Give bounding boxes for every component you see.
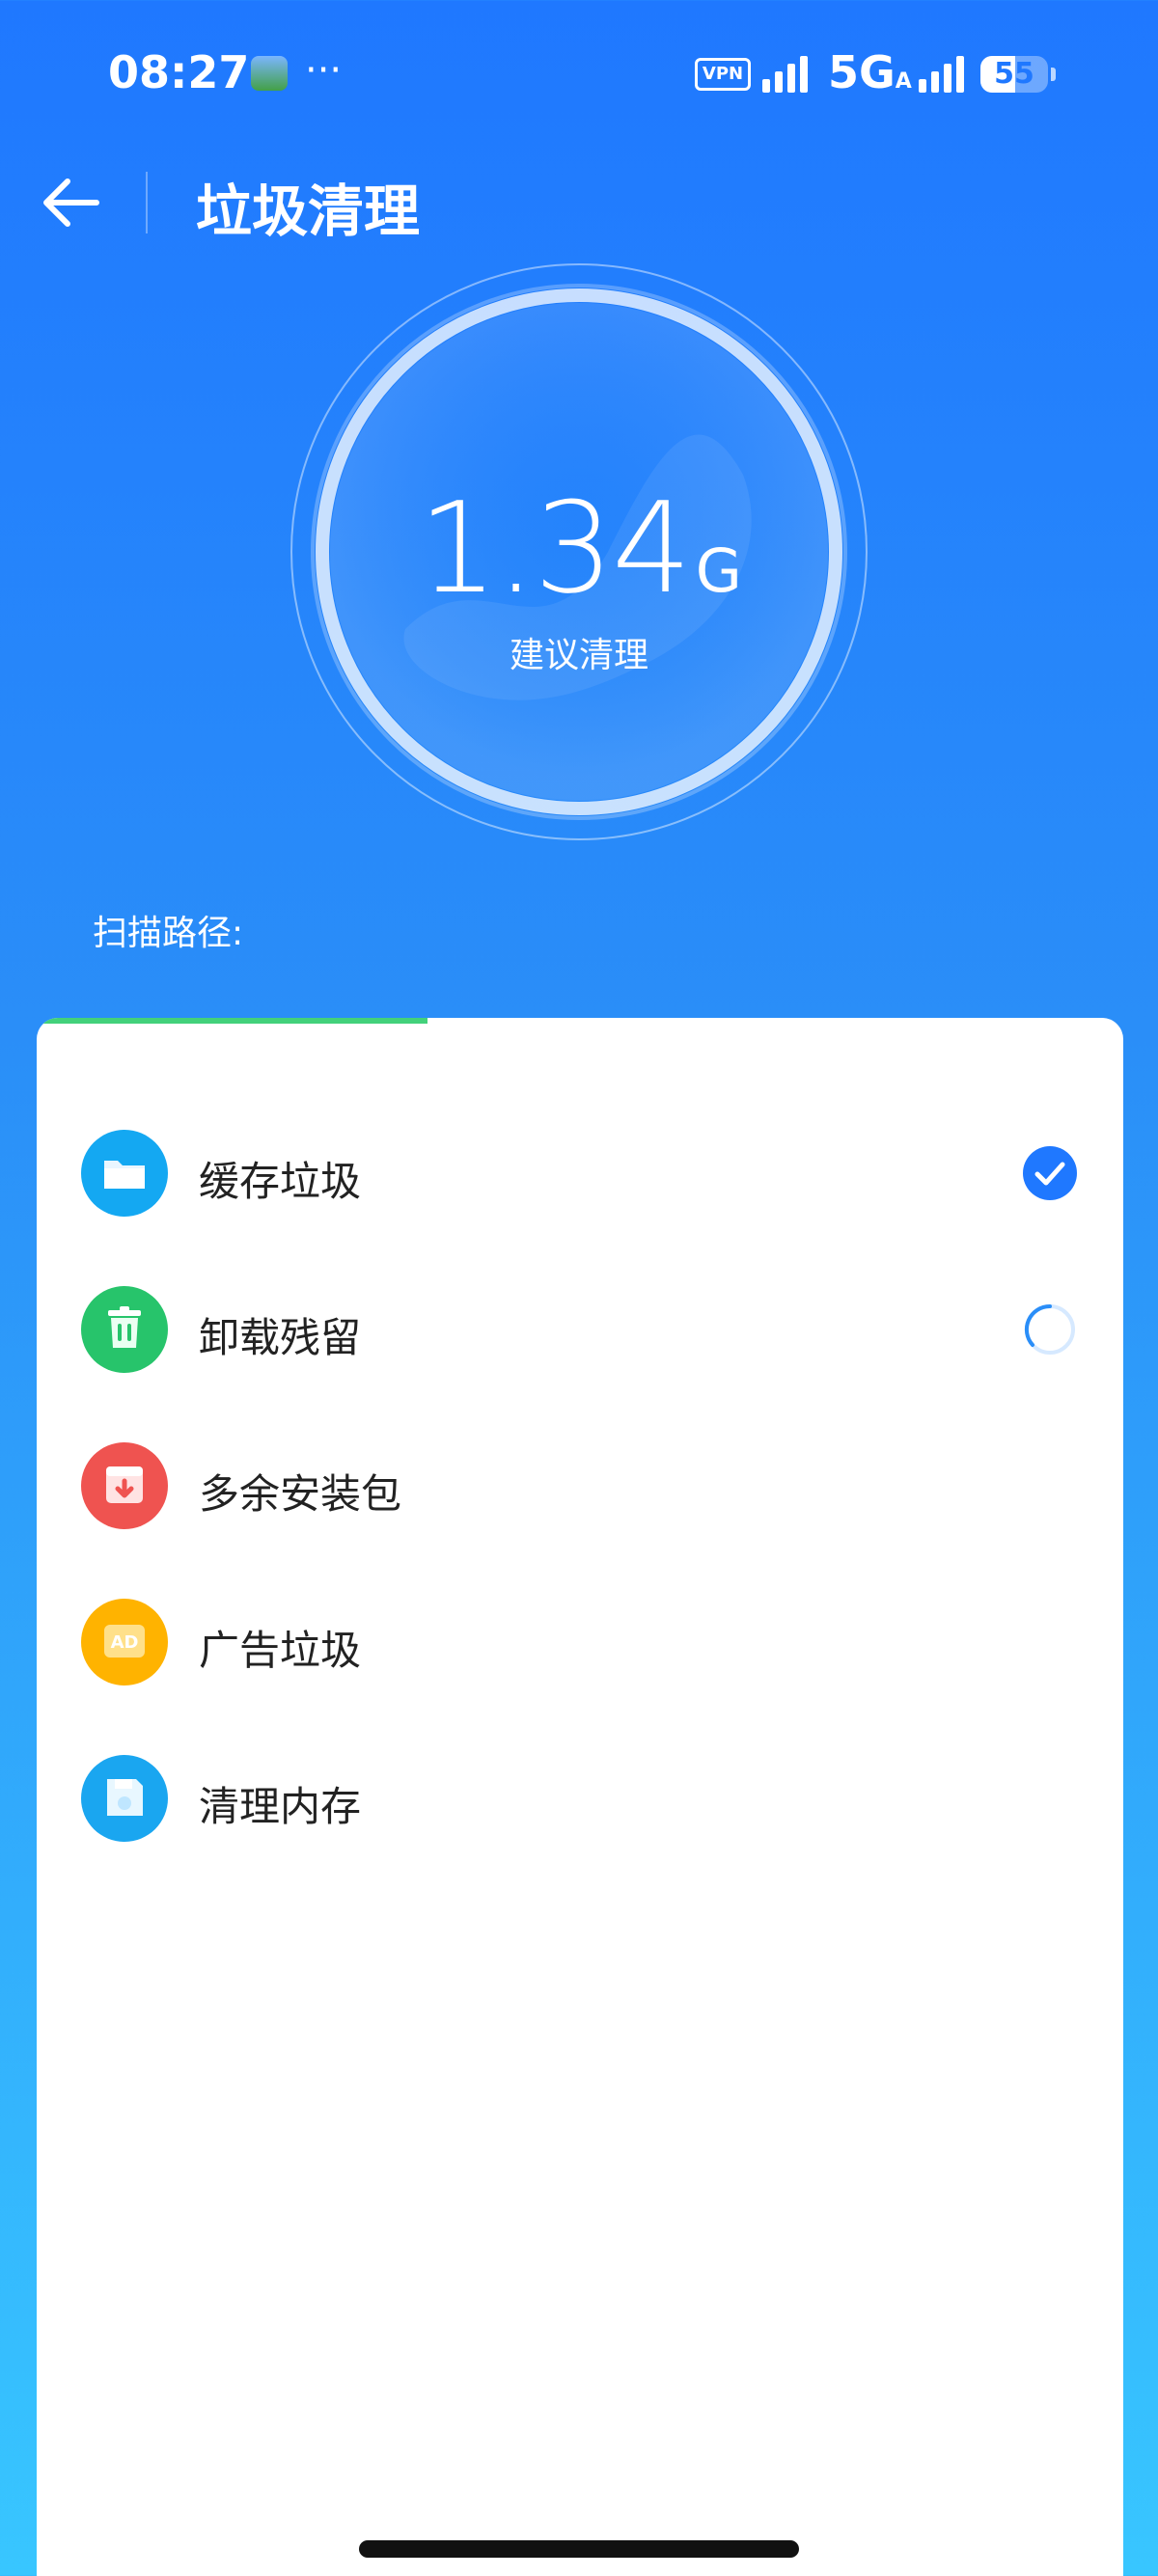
- list-item-ad-junk[interactable]: AD 广告垃圾: [37, 1583, 1123, 1699]
- list-item-label: 缓存垃圾: [199, 1158, 362, 1205]
- memory-icon: [81, 1755, 168, 1842]
- header-divider: [146, 172, 148, 233]
- network-type: 5GA: [828, 46, 912, 98]
- more-notifications-icon: ···: [305, 48, 343, 93]
- list-item-cache[interactable]: 缓存垃圾: [37, 1114, 1123, 1230]
- scan-progress-bar: [37, 1018, 428, 1024]
- scan-list-card: 缓存垃圾 卸载残留 多余安装包 AD 广告垃圾 清理内存: [37, 1018, 1123, 2576]
- junk-size-circle: 1.34G 建议清理: [290, 262, 868, 841]
- page-title: 垃圾清理: [196, 178, 421, 244]
- list-item-label: 广告垃圾: [199, 1627, 362, 1674]
- status-time: 08:27: [108, 46, 250, 98]
- list-item-label: 多余安装包: [199, 1470, 402, 1518]
- home-indicator[interactable]: [359, 2540, 799, 2558]
- status-bar: 08:27 ··· VPN 5GA 55: [0, 0, 1158, 145]
- list-item-uninstall-residue[interactable]: 卸载残留: [37, 1271, 1123, 1386]
- vpn-icon: VPN: [695, 58, 751, 91]
- trash-icon: [81, 1286, 168, 1373]
- battery-level: 55: [994, 57, 1034, 91]
- battery-tip: [1051, 68, 1056, 81]
- junk-size-value: 1.34G: [418, 475, 742, 621]
- list-item-clean-memory[interactable]: 清理内存: [37, 1740, 1123, 1855]
- package-icon: [81, 1442, 168, 1529]
- list-item-extra-packages[interactable]: 多余安装包: [37, 1427, 1123, 1543]
- signal-strength-icon: [762, 56, 808, 93]
- battery-icon: 55: [980, 56, 1048, 93]
- signal-strength-icon-2: [919, 56, 964, 93]
- junk-size-hint: 建议清理: [509, 636, 648, 675]
- check-icon: [1023, 1146, 1077, 1200]
- junk-size-unit: G: [695, 535, 742, 606]
- back-button[interactable]: [39, 164, 106, 241]
- scan-path-label: 扫描路径:: [93, 914, 244, 953]
- arrow-left-icon: [43, 178, 99, 227]
- loading-spinner-icon: [1023, 1302, 1077, 1357]
- folder-icon: [81, 1130, 168, 1217]
- list-item-label: 卸载残留: [199, 1314, 362, 1361]
- gallery-notification-icon: [251, 56, 288, 91]
- svg-text:AD: AD: [111, 1632, 139, 1653]
- ad-icon: AD: [81, 1599, 168, 1685]
- list-item-label: 清理内存: [199, 1783, 362, 1830]
